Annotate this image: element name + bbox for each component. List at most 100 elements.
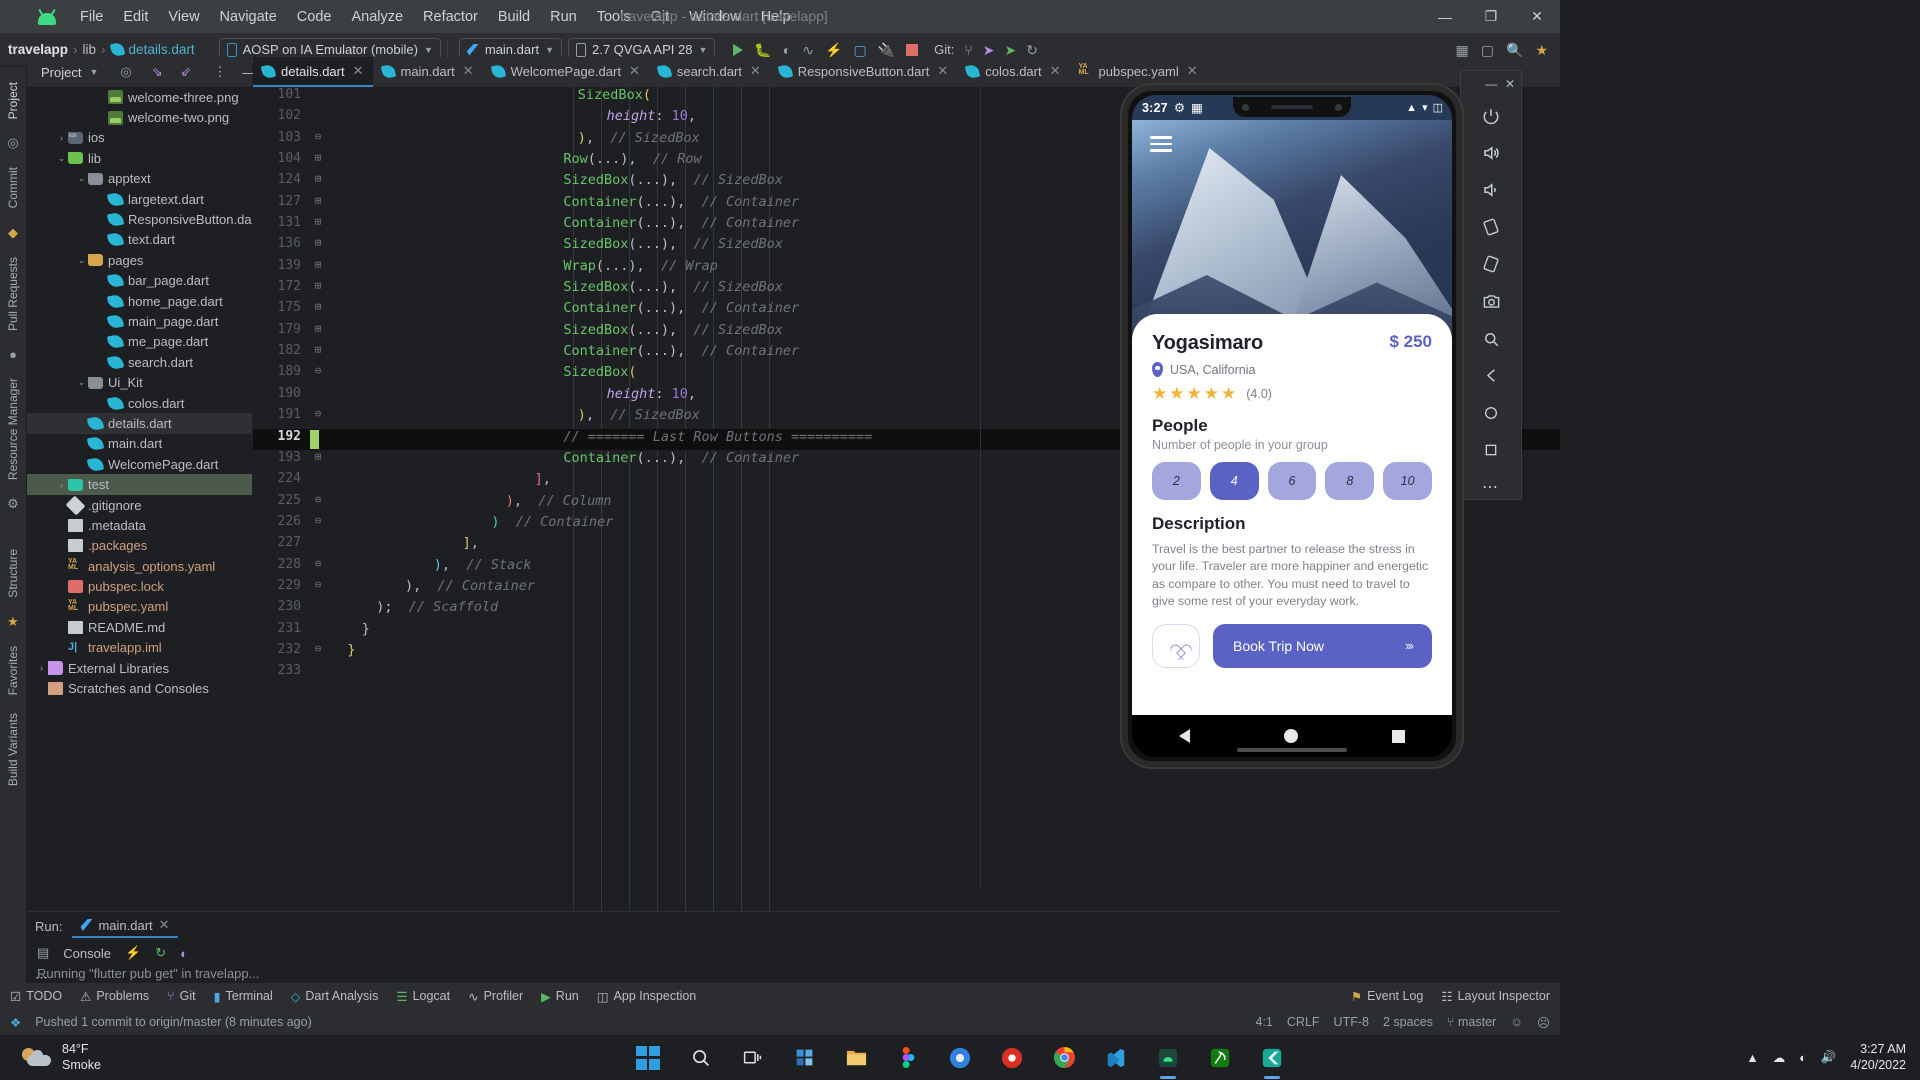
project-tree[interactable]: welcome-three.pngwelcome-two.png›ios⌄lib…	[27, 87, 252, 962]
tree-item-largetext-dart[interactable]: largetext.dart	[27, 189, 252, 209]
code-fold-icon[interactable]: ⊞	[311, 450, 325, 463]
tree-expand-arrow-icon[interactable]: ⌄	[75, 255, 88, 266]
editor-tab-colos-dart[interactable]: colos.dart✕	[957, 57, 1069, 87]
code-fold-icon[interactable]: ⊞	[311, 194, 325, 207]
code-fold-icon[interactable]: ⊞	[311, 215, 325, 228]
tree-item-welcomepage-dart[interactable]: WelcomePage.dart	[27, 454, 252, 474]
tree-item-main-page-dart[interactable]: main_page.dart	[27, 311, 252, 331]
emulator-home-button[interactable]	[1474, 401, 1508, 425]
device-manager-icon[interactable]: ▢	[1481, 43, 1494, 57]
emulator-close-button[interactable]: ✕	[1505, 77, 1515, 91]
emulator-volume-up-button[interactable]	[1474, 141, 1508, 165]
tree-item-responsivebutton-dart[interactable]: ResponsiveButton.dart	[27, 209, 252, 229]
tool-layout-inspector[interactable]: ☷Layout Inspector	[1441, 989, 1550, 1004]
debug-icon[interactable]: 🐛	[754, 43, 771, 57]
people-selector[interactable]: 246810	[1152, 462, 1432, 500]
hot-reload-icon[interactable]: ⚡	[825, 43, 842, 57]
tool-run[interactable]: ▶Run	[541, 989, 579, 1004]
code-fold-icon[interactable]: ⊖	[311, 578, 325, 591]
stop-icon[interactable]	[906, 44, 918, 56]
code-fold-icon[interactable]: ⊖	[311, 493, 325, 506]
tree-expand-arrow-icon[interactable]: ⌄	[75, 377, 88, 388]
collapse-icon[interactable]: ⇙	[181, 64, 192, 80]
taskbar-apps[interactable]	[633, 1043, 1287, 1073]
search-icon[interactable]: 🔍	[1506, 43, 1523, 57]
tool-todo[interactable]: ☑TODO	[10, 989, 62, 1004]
tree-item-travelapp-iml[interactable]: travelapp.iml	[27, 638, 252, 658]
vscode-icon[interactable]	[1101, 1043, 1131, 1073]
tool-dart-analysis[interactable]: ◇Dart Analysis	[291, 989, 379, 1004]
close-tab-icon[interactable]: ✕	[1050, 63, 1061, 79]
coverage-icon[interactable]: ◐	[783, 43, 791, 57]
widgets-icon[interactable]	[789, 1043, 819, 1073]
tool-event-log[interactable]: ⚑Event Log	[1351, 989, 1424, 1004]
tree-item-readme-md[interactable]: README.md	[27, 617, 252, 637]
emulator-screen[interactable]: 3:27 ⚙ ▦ ▲ ▾ ◫	[1132, 95, 1452, 757]
expand-icon[interactable]: ⇘	[152, 64, 163, 80]
editor-tab-main-dart[interactable]: main.dart✕	[373, 57, 483, 87]
code-fold-icon[interactable]: ⊖	[311, 364, 325, 377]
tree-item-pubspec-lock[interactable]: pubspec.lock	[27, 576, 252, 596]
menu-code[interactable]: Code	[287, 5, 342, 29]
code-fold-icon[interactable]: ⊖	[311, 642, 325, 655]
code-fold-icon[interactable]: ⊖	[311, 130, 325, 143]
tree-item-welcome-two-png[interactable]: welcome-two.png	[27, 107, 252, 127]
book-trip-button[interactable]: Book Trip Now ›››	[1213, 624, 1432, 668]
search-icon[interactable]	[685, 1043, 715, 1073]
tree-item-text-dart[interactable]: text.dart	[27, 230, 252, 250]
tree-item-home-page-dart[interactable]: home_page.dart	[27, 291, 252, 311]
console-tab[interactable]: Console	[63, 946, 111, 961]
code-fold-icon[interactable]: ⊞	[311, 258, 325, 271]
file-encoding[interactable]: UTF-8	[1334, 1015, 1369, 1029]
editor-tab-search-dart[interactable]: search.dart✕	[649, 57, 770, 87]
tree-item-details-dart[interactable]: details.dart	[27, 413, 252, 433]
android-studio-icon[interactable]	[1153, 1043, 1183, 1073]
line-separator[interactable]: CRLF	[1287, 1015, 1320, 1029]
close-tab-icon[interactable]: ✕	[353, 63, 364, 79]
code-fold-icon[interactable]: ⊖	[311, 514, 325, 527]
run-icon[interactable]	[733, 44, 743, 56]
emulator-zoom-button[interactable]	[1474, 327, 1508, 351]
emulator-screenshot-button[interactable]	[1474, 289, 1508, 313]
code-fold-icon[interactable]: ⊞	[311, 236, 325, 249]
nav-recents-icon[interactable]	[1392, 730, 1405, 743]
weather-widget[interactable]: 84°F Smoke	[0, 1042, 101, 1073]
tree-item--metadata[interactable]: .metadata	[27, 515, 252, 535]
tree-item-ios[interactable]: ›ios	[27, 128, 252, 148]
nav-home-icon[interactable]	[1284, 729, 1298, 743]
editor-tab-bar[interactable]: details.dart✕main.dart✕WelcomePage.dart✕…	[253, 57, 1560, 87]
tree-item-pubspec-yaml[interactable]: pubspec.yaml	[27, 597, 252, 617]
record-icon[interactable]	[997, 1043, 1027, 1073]
code-fold-icon[interactable]: ⊞	[311, 322, 325, 335]
figma-icon[interactable]	[893, 1043, 923, 1073]
tree-item-scratches-and-consoles[interactable]: Scratches and Consoles	[27, 678, 252, 698]
history-icon[interactable]: ↻	[1026, 43, 1038, 57]
people-option-8[interactable]: 8	[1325, 462, 1374, 500]
tree-item--gitignore[interactable]: .gitignore	[27, 495, 252, 515]
people-option-6[interactable]: 6	[1268, 462, 1317, 500]
tree-item-welcome-three-png[interactable]: welcome-three.png	[27, 87, 252, 107]
window-maximize-button[interactable]: ❐	[1468, 0, 1514, 33]
tool-logcat[interactable]: ☰Logcat	[396, 989, 450, 1004]
run-tab-main[interactable]: main.dart ✕	[72, 914, 177, 938]
code-fold-icon[interactable]: ⊞	[311, 300, 325, 313]
sidebar-item-pull-requests[interactable]: Pull Requests	[6, 257, 20, 331]
close-tab-icon[interactable]: ✕	[750, 63, 761, 79]
favorite-button[interactable]	[1152, 624, 1200, 668]
start-windows-icon[interactable]	[633, 1043, 663, 1073]
tree-expand-arrow-icon[interactable]: ⌄	[75, 173, 88, 184]
file-explorer-icon[interactable]	[841, 1043, 871, 1073]
target-icon[interactable]: ◎	[120, 64, 131, 80]
inspections-icon[interactable]: ☺	[1510, 1015, 1523, 1029]
tree-item-colos-dart[interactable]: colos.dart	[27, 393, 252, 413]
feedback-icon[interactable]: ☹	[1537, 1015, 1550, 1030]
close-icon[interactable]: ✕	[159, 917, 170, 933]
profiler-icon[interactable]: ∿	[802, 43, 814, 57]
tree-item-search-dart[interactable]: search.dart	[27, 352, 252, 372]
chevron-down-icon-4[interactable]: ▼	[89, 67, 98, 77]
dashboard-icon[interactable]: ▦	[1456, 43, 1469, 57]
flutter-teal-icon[interactable]	[1257, 1043, 1287, 1073]
sidebar-item-build-variants[interactable]: Build Variants	[6, 713, 20, 786]
tree-expand-arrow-icon[interactable]: ›	[55, 480, 68, 490]
emulator-overview-button[interactable]	[1474, 438, 1508, 462]
